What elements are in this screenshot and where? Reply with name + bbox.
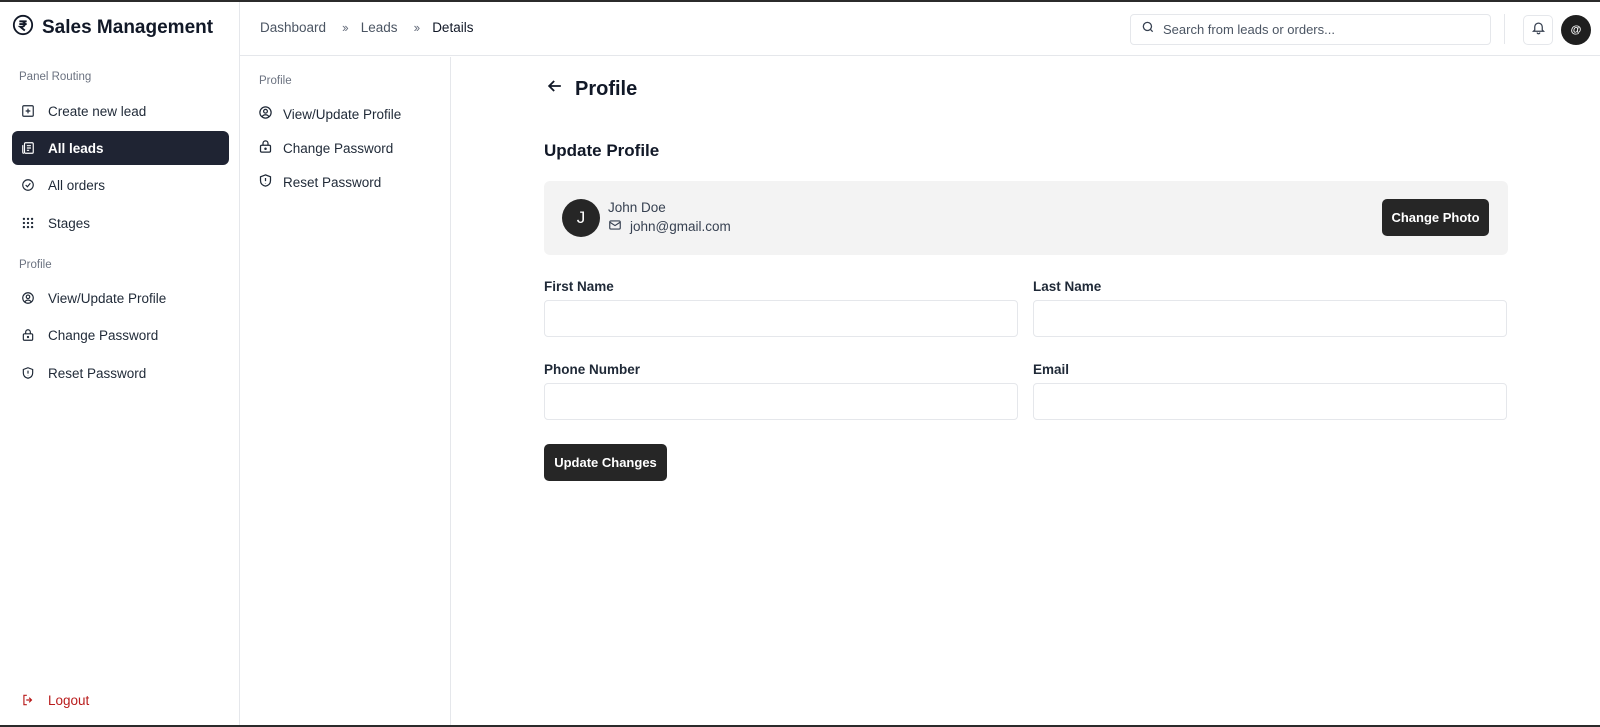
search-box[interactable] bbox=[1130, 14, 1491, 45]
user-circle-icon bbox=[258, 105, 273, 123]
breadcrumb-leads[interactable]: Leads bbox=[361, 20, 398, 35]
sidebar-item-stages[interactable]: Stages bbox=[12, 206, 229, 240]
rupee-logo-icon bbox=[12, 14, 34, 42]
first-name-label: First Name bbox=[544, 279, 614, 294]
sidebar-item-reset-password[interactable]: Reset Password bbox=[12, 356, 229, 390]
sidebar: Sales Management Panel Routing Create ne… bbox=[0, 2, 240, 725]
sidebar-item-all-orders[interactable]: All orders bbox=[12, 168, 229, 202]
subpanel-item-label: Change Password bbox=[283, 140, 394, 156]
sidebar-item-label: Create new lead bbox=[48, 103, 147, 119]
subpanel-label: Profile bbox=[259, 75, 292, 87]
subpanel-item-view-update-profile[interactable]: View/Update Profile bbox=[258, 100, 401, 128]
logout-button[interactable]: Logout bbox=[12, 683, 229, 717]
breadcrumb-details: Details bbox=[432, 20, 474, 35]
brand[interactable]: Sales Management bbox=[12, 14, 213, 42]
sidebar-item-label: Change Password bbox=[48, 327, 159, 343]
page-header: Profile bbox=[545, 76, 637, 102]
page-title: Profile bbox=[575, 77, 638, 100]
profile-card: J John Doe john@gmail.com Change Photo bbox=[544, 181, 1508, 255]
plus-square-icon bbox=[20, 103, 36, 119]
change-photo-button[interactable]: Change Photo bbox=[1382, 199, 1489, 236]
profile-subpanel: Profile View/Update Profile Change Passw… bbox=[240, 57, 451, 725]
grip-icon bbox=[20, 215, 36, 231]
last-name-input[interactable] bbox=[1033, 300, 1507, 337]
sidebar-item-label: All orders bbox=[48, 177, 106, 193]
sidebar-item-create-lead[interactable]: Create new lead bbox=[12, 94, 229, 128]
sidebar-item-label: View/Update Profile bbox=[48, 290, 167, 306]
app-window: Sales Management Panel Routing Create ne… bbox=[0, 0, 1600, 727]
first-name-input[interactable] bbox=[544, 300, 1018, 337]
update-changes-button[interactable]: Update Changes bbox=[544, 444, 667, 481]
chevrons-right-icon: ›› bbox=[413, 20, 421, 35]
subpanel-item-label: Reset Password bbox=[283, 174, 382, 190]
lock-icon bbox=[20, 327, 36, 343]
user-circle-icon bbox=[20, 290, 36, 306]
subpanel-item-label: View/Update Profile bbox=[283, 106, 402, 122]
sidebar-item-view-update-profile[interactable]: View/Update Profile bbox=[12, 281, 229, 315]
lock-icon bbox=[258, 139, 273, 157]
app-title: Sales Management bbox=[42, 17, 214, 38]
breadcrumb: Dashboard ›› Leads ›› Details bbox=[260, 20, 473, 35]
sidebar-item-change-password[interactable]: Change Password bbox=[12, 318, 229, 352]
logout-icon bbox=[20, 692, 36, 708]
breadcrumb-dashboard[interactable]: Dashboard bbox=[260, 20, 326, 35]
newspaper-icon bbox=[20, 140, 36, 156]
sidebar-item-label: All leads bbox=[48, 140, 104, 156]
profile-email: john@gmail.com bbox=[630, 219, 731, 234]
last-name-label: Last Name bbox=[1033, 279, 1102, 294]
profile-email-row: john@gmail.com bbox=[608, 218, 731, 235]
sidebar-item-all-leads[interactable]: All leads bbox=[12, 131, 229, 165]
profile-name: John Doe bbox=[608, 200, 666, 215]
mail-icon bbox=[608, 218, 622, 235]
bell-icon bbox=[1531, 20, 1546, 40]
header-divider bbox=[1504, 14, 1505, 44]
arrow-left-icon[interactable] bbox=[545, 76, 565, 102]
profile-section-label: Profile bbox=[19, 259, 52, 271]
notifications-button[interactable] bbox=[1523, 15, 1553, 45]
subpanel-item-change-password[interactable]: Change Password bbox=[258, 134, 393, 162]
panel-routing-label: Panel Routing bbox=[19, 71, 92, 83]
sidebar-item-label: Reset Password bbox=[48, 365, 147, 381]
search-input[interactable] bbox=[1163, 22, 1473, 37]
user-avatar[interactable]: @ bbox=[1561, 15, 1591, 45]
subpanel-item-reset-password[interactable]: Reset Password bbox=[258, 168, 381, 196]
email-input[interactable] bbox=[1033, 383, 1507, 420]
section-title: Update Profile bbox=[544, 141, 660, 160]
top-header: Dashboard ›› Leads ›› Details @ bbox=[240, 2, 1600, 56]
email-label: Email bbox=[1033, 362, 1070, 377]
profile-avatar: J bbox=[562, 199, 600, 237]
phone-number-input[interactable] bbox=[544, 383, 1018, 420]
shield-icon bbox=[258, 173, 273, 191]
shield-icon bbox=[20, 365, 36, 381]
circle-check-icon bbox=[20, 177, 36, 193]
phone-number-label: Phone Number bbox=[544, 362, 641, 377]
search-icon bbox=[1141, 20, 1155, 39]
logout-label: Logout bbox=[48, 692, 90, 708]
chevrons-right-icon: ›› bbox=[342, 20, 349, 35]
sidebar-item-label: Stages bbox=[48, 215, 91, 231]
